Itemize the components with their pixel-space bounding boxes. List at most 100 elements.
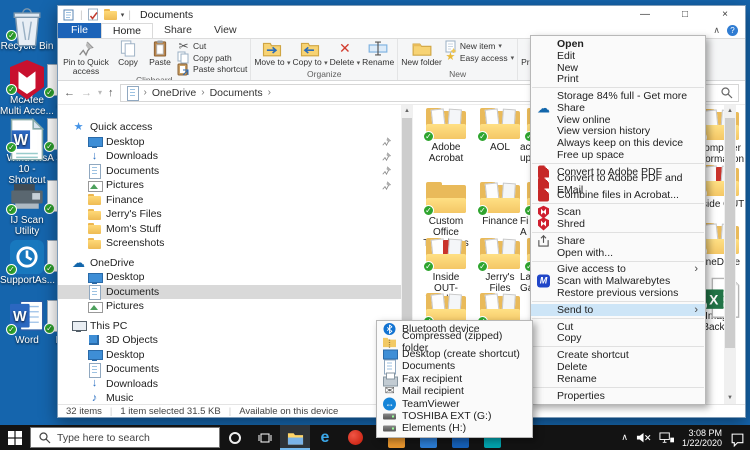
nav-item-documents[interactable]: Documents [58, 362, 401, 377]
nav-item-finance[interactable]: Finance [58, 193, 401, 208]
menu-item-share[interactable]: Share [531, 102, 705, 114]
menu-item-desktop-create-shortcut[interactable]: Desktop (create shortcut) [377, 348, 532, 360]
menu-item-toshiba-ext-g[interactable]: TOSHIBA EXT (G:) [377, 410, 532, 422]
scroll-down-icon[interactable]: ▼ [724, 392, 736, 404]
maximize-button[interactable]: □ [665, 6, 705, 23]
nav-item-documents[interactable]: Documents [58, 285, 401, 300]
taskbar-app-red-app[interactable] [340, 425, 370, 450]
file-item-adobe-acrobat[interactable]: ✓ Adobe Acrobat [420, 108, 472, 164]
network-icon[interactable] [659, 432, 674, 444]
menu-item-scan-with-malwarebytes[interactable]: Scan with Malwarebytes [531, 275, 705, 287]
menu-item-delete[interactable]: Delete [531, 361, 705, 373]
menu-item-convert-to-adobe-pdf-and-email[interactable]: Convert to Adobe PDF and EMail [531, 178, 705, 190]
nav-item-jerry-s-files[interactable]: Jerry's Files [58, 207, 401, 222]
nav-item-desktop[interactable]: Desktop [58, 348, 401, 363]
nav-item-music[interactable]: Music [58, 391, 401, 404]
nav-item-3d-objects[interactable]: 3D Objects [58, 333, 401, 348]
menu-item-new[interactable]: New [531, 62, 705, 74]
menu-item-send-to[interactable]: Send to › [531, 304, 705, 316]
menu-item-elements-h[interactable]: Elements (H:) [377, 422, 532, 434]
ribbon-button-copy[interactable]: Copy [113, 40, 143, 67]
menu-item-properties[interactable]: Properties [531, 390, 705, 402]
nav-item-mom-s-stuff[interactable]: Mom's Stuff [58, 222, 401, 237]
menu-item-scan[interactable]: Scan [531, 206, 705, 218]
menu-item-documents[interactable]: Documents [377, 360, 532, 372]
tab-home[interactable]: Home [101, 23, 153, 38]
breadcrumb-documents[interactable]: Documents [210, 87, 263, 99]
nav-item-downloads[interactable]: Downloads [58, 149, 401, 164]
up-button[interactable]: ↑ [108, 87, 114, 99]
menu-item-compressed-zipped-folder[interactable]: Compressed (zipped) folder [377, 335, 532, 347]
nav-item-this-pc[interactable]: This PC [58, 319, 401, 334]
tab-file[interactable]: File [58, 23, 101, 38]
volume-muted-icon[interactable] [636, 432, 651, 444]
nav-item-desktop[interactable]: Desktop [58, 135, 401, 150]
ribbon-button-new-item[interactable]: New item▾ [444, 41, 514, 52]
menu-item-view-version-history[interactable]: View version history [531, 126, 705, 138]
menu-item-free-up-space[interactable]: Free up space [531, 149, 705, 161]
back-button[interactable]: ← [64, 87, 75, 99]
qat-customize-icon[interactable]: ▾ [121, 11, 125, 19]
minimize-ribbon-icon[interactable]: ∧ [713, 25, 720, 36]
nav-item-downloads[interactable]: Downloads [58, 377, 401, 392]
menu-item-restore-previous-versions[interactable]: Restore previous versions [531, 287, 705, 299]
nav-item-documents[interactable]: Documents [58, 164, 401, 179]
nav-item-desktop[interactable]: Desktop [58, 270, 401, 285]
taskbar-app-cortana[interactable] [220, 425, 250, 450]
menu-item-shred[interactable]: Shred [531, 218, 705, 230]
file-item-finance[interactable]: ✓ Finance [474, 182, 526, 227]
menu-item-rename[interactable]: Rename [531, 373, 705, 385]
file-scrollbar-thumb[interactable] [725, 118, 735, 348]
ribbon-button-paste[interactable]: Paste [145, 40, 175, 67]
ribbon-button-rename[interactable]: Rename [362, 40, 394, 67]
ribbon-button-easy-access[interactable]: Easy access▾ [444, 53, 514, 64]
menu-item-cut[interactable]: Cut [531, 321, 705, 333]
nav-item-pictures[interactable]: Pictures [58, 299, 401, 314]
tab-view[interactable]: View [203, 23, 248, 38]
menu-item-fax-recipient[interactable]: Fax recipient [377, 373, 532, 385]
scroll-up-icon[interactable]: ▲ [724, 105, 736, 117]
file-item-jerry-s-files[interactable]: ✓ Jerry's Files [474, 238, 526, 294]
menu-item-print[interactable]: Print [531, 73, 705, 85]
help-icon[interactable]: ? [727, 25, 738, 36]
menu-item-combine-files-in-acrobat[interactable]: Combine files in Acrobat... [531, 190, 705, 202]
forward-button[interactable]: → [81, 87, 92, 99]
menu-item-edit[interactable]: Edit [531, 50, 705, 62]
breadcrumb-onedrive[interactable]: OneDrive [152, 87, 196, 99]
nav-item-screenshots[interactable]: Screenshots [58, 236, 401, 251]
ribbon-button-move-to[interactable]: Move to ▾ [254, 40, 290, 69]
minimize-button[interactable]: — [625, 6, 665, 23]
close-button[interactable]: × [705, 6, 745, 23]
start-button[interactable] [0, 425, 30, 450]
file-scrollbar[interactable]: ▲ ▼ [724, 105, 736, 404]
tab-share[interactable]: Share [153, 23, 203, 38]
ribbon-button-cut[interactable]: Cut [177, 41, 247, 52]
ribbon-button-new-folder[interactable]: New folder [401, 40, 442, 67]
menu-item-open[interactable]: Open [531, 38, 705, 50]
taskbar-app-file-explorer[interactable] [280, 425, 310, 450]
ribbon-button-copy-path[interactable]: Copy path [177, 53, 247, 64]
nav-item-pictures[interactable]: Pictures [58, 178, 401, 193]
taskbar-app-edge[interactable]: e [310, 425, 340, 450]
scroll-up-icon[interactable]: ▲ [401, 105, 413, 117]
ribbon-button-delete[interactable]: Delete ▾ [330, 40, 360, 69]
menu-item-give-access-to[interactable]: Give access to › [531, 264, 705, 276]
menu-item-storage-84-full-get-more[interactable]: Storage 84% full - Get more [531, 90, 705, 102]
desktop-icon-recycle-bin[interactable]: ✓ Recycle Bin [0, 6, 54, 52]
taskbar-clock[interactable]: 3:08 PM 1/22/2020 [682, 428, 722, 448]
menu-item-view-online[interactable]: View online [531, 114, 705, 126]
taskbar-app-task-view[interactable] [250, 425, 280, 450]
menu-item-open-with[interactable]: Open with... [531, 247, 705, 259]
menu-item-teamviewer[interactable]: TeamViewer [377, 397, 532, 409]
ribbon-button-copy-to[interactable]: Copy to ▾ [292, 40, 327, 69]
menu-item-share[interactable]: Share [531, 235, 705, 247]
menu-item-copy[interactable]: Copy [531, 333, 705, 345]
taskbar-search[interactable]: Type here to search [30, 427, 220, 448]
ribbon-button-pin-to-quick-access[interactable]: Pin to Quick access [61, 40, 111, 75]
recent-locations-button[interactable]: ▾ [98, 88, 102, 97]
action-center-icon[interactable] [730, 432, 745, 444]
menu-item-always-keep-on-this-device[interactable]: Always keep on this device [531, 137, 705, 149]
nav-item-onedrive[interactable]: OneDrive [58, 256, 401, 271]
tray-chevron-icon[interactable]: ∧ [621, 432, 628, 443]
file-item-aol[interactable]: ✓ AOL [474, 108, 526, 153]
